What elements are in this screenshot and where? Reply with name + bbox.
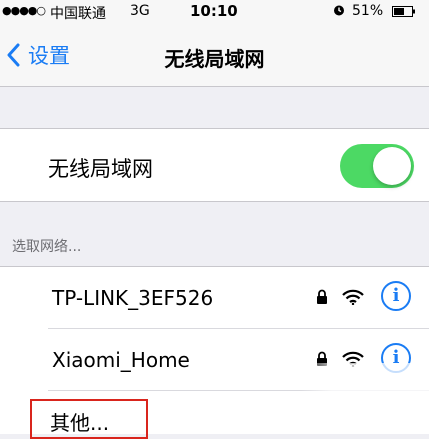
wifi-switch[interactable]	[340, 144, 414, 188]
battery-percent: 51%	[352, 3, 384, 19]
section-header: 选取网络...	[12, 239, 82, 255]
wifi-toggle-row: 无线局域网	[0, 128, 429, 202]
switch-knob	[373, 147, 411, 185]
network-type: 3G	[130, 3, 150, 19]
network-list: TP-LINK_3EF526 i Xiaomi_Home i 其他...	[0, 266, 429, 439]
battery-icon	[392, 6, 415, 17]
carrier-name: 中国联通	[50, 6, 106, 22]
alarm-icon	[334, 5, 344, 16]
info-button[interactable]: i	[381, 281, 411, 311]
wifi-signal-icon	[342, 289, 364, 305]
status-time: 10:10	[190, 2, 238, 20]
navigation-bar: 设置 无线局域网	[0, 24, 429, 87]
page-title: 无线局域网	[164, 47, 265, 71]
network-row[interactable]: TP-LINK_3EF526 i	[0, 267, 429, 329]
wifi-label: 无线局域网	[48, 157, 153, 181]
network-name: TP-LINK_3EF526	[52, 286, 214, 310]
status-bar: ●●●●○ 中国联通 3G 10:10 51%	[0, 0, 429, 24]
highlight-box	[30, 399, 148, 439]
signal-strength-indicator: ●●●●○	[2, 4, 46, 17]
watermark-overlay	[300, 363, 429, 413]
lock-icon	[317, 289, 327, 304]
network-name: Xiaomi_Home	[52, 348, 190, 372]
